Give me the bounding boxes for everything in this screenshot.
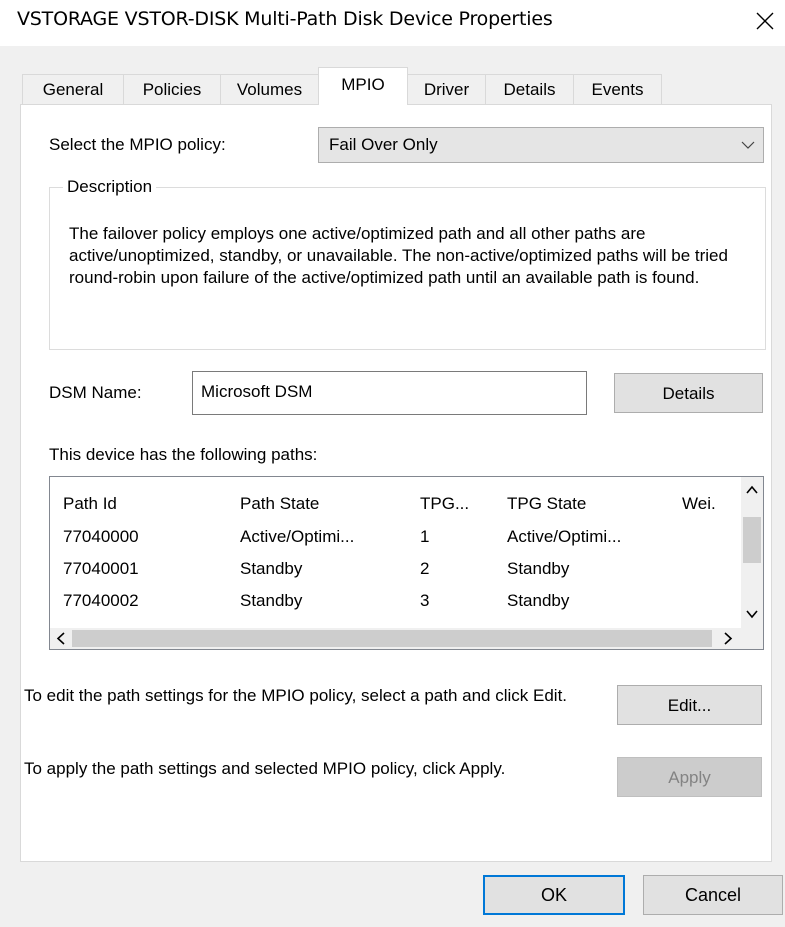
- horizontal-scrollbar[interactable]: [50, 628, 763, 649]
- vertical-scrollbar[interactable]: [741, 477, 763, 628]
- scroll-up-arrow-icon[interactable]: [746, 485, 758, 495]
- window-title: VSTORAGE VSTOR-DISK Multi-Path Disk Devi…: [17, 8, 553, 30]
- cell-tpg-state: Standby: [507, 559, 570, 578]
- mpio-tab-panel: Select the MPIO policy: Fail Over Only D…: [20, 104, 772, 862]
- vertical-scroll-thumb[interactable]: [743, 517, 761, 563]
- details-button[interactable]: Details: [614, 373, 763, 413]
- close-icon: [756, 12, 774, 30]
- apply-instructions: To apply the path settings and selected …: [24, 759, 506, 778]
- dsm-name-field[interactable]: Microsoft DSM: [192, 371, 587, 415]
- apply-button[interactable]: Apply: [617, 757, 762, 797]
- tab-policies[interactable]: Policies: [123, 74, 221, 105]
- cell-tpg: 3: [420, 591, 430, 610]
- paths-list[interactable]: Path Id Path State TPG... TPG State Wei.…: [49, 476, 764, 650]
- ok-button[interactable]: OK: [483, 875, 625, 915]
- column-header-weight[interactable]: Wei.: [682, 494, 716, 514]
- cell-tpg-state: Standby: [507, 591, 570, 610]
- mpio-policy-select[interactable]: Fail Over Only: [318, 127, 764, 163]
- edit-instructions: To edit the path settings for the MPIO p…: [24, 686, 568, 705]
- column-header-path-state[interactable]: Path State: [240, 494, 319, 514]
- dsm-name-label: DSM Name:: [49, 383, 142, 402]
- cell-path-state: Standby: [240, 559, 303, 578]
- tab-general[interactable]: General: [22, 74, 124, 105]
- policy-label: Select the MPIO policy:: [49, 135, 226, 154]
- paths-label: This device has the following paths:: [49, 445, 318, 464]
- tab-driver[interactable]: Driver: [407, 74, 486, 105]
- tab-strip: General Policies Volumes MPIO Driver Det…: [22, 67, 772, 105]
- cell-tpg: 2: [420, 559, 430, 578]
- description-text: The failover policy employs one active/o…: [69, 224, 728, 287]
- cell-path-state: Active/Optimi...: [240, 527, 355, 546]
- tab-volumes[interactable]: Volumes: [220, 74, 319, 105]
- column-header-tpg-state[interactable]: TPG State: [507, 494, 586, 514]
- cell-tpg: 1: [420, 527, 430, 546]
- edit-button[interactable]: Edit...: [617, 685, 762, 725]
- scroll-down-arrow-icon[interactable]: [746, 609, 758, 619]
- cell-path-state: Standby: [240, 591, 303, 610]
- scroll-left-arrow-icon[interactable]: [56, 632, 66, 645]
- tab-events[interactable]: Events: [573, 74, 662, 105]
- cell-path-id: 77040000: [63, 527, 139, 546]
- horizontal-scroll-thumb[interactable]: [72, 630, 712, 647]
- cell-path-id: 77040001: [63, 559, 139, 578]
- dsm-name-value: Microsoft DSM: [201, 382, 313, 401]
- cell-path-id: 77040002: [63, 591, 139, 610]
- chevron-down-icon: [741, 141, 755, 149]
- column-header-tpg[interactable]: TPG...: [420, 494, 469, 514]
- cancel-button[interactable]: Cancel: [643, 875, 783, 915]
- scroll-right-arrow-icon[interactable]: [723, 632, 733, 645]
- tab-details[interactable]: Details: [485, 74, 574, 105]
- close-button[interactable]: [745, 0, 785, 42]
- tab-mpio[interactable]: MPIO: [318, 67, 408, 105]
- title-bar[interactable]: VSTORAGE VSTOR-DISK Multi-Path Disk Devi…: [0, 0, 785, 46]
- cell-tpg-state: Active/Optimi...: [507, 527, 622, 546]
- description-title: Description: [63, 177, 157, 197]
- column-header-path-id[interactable]: Path Id: [63, 494, 117, 514]
- mpio-policy-value: Fail Over Only: [329, 135, 438, 154]
